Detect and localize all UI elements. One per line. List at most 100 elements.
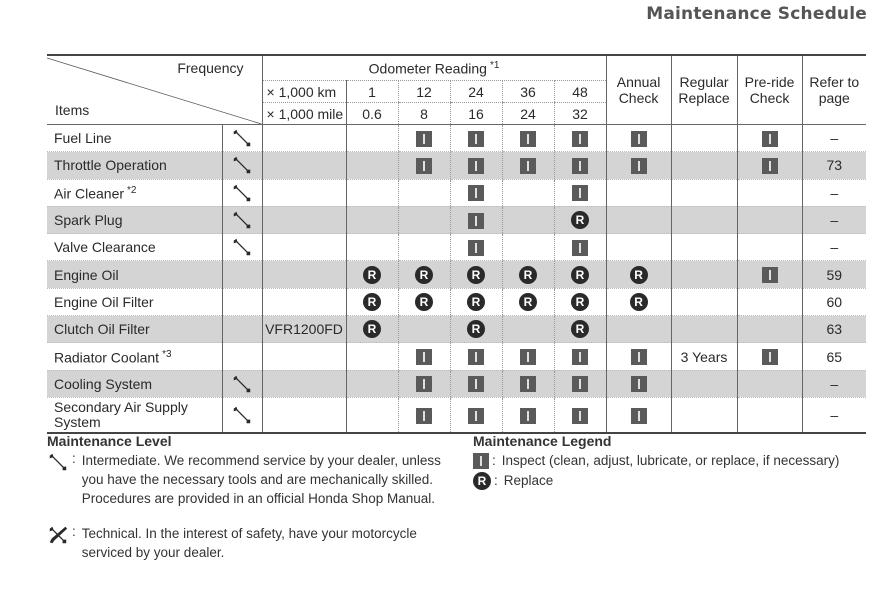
empty-cell <box>736 397 803 434</box>
inspect-icon <box>572 376 589 393</box>
empty-cell <box>736 315 803 344</box>
wrench-icon <box>47 451 69 473</box>
inspect-cell <box>449 233 502 262</box>
inspect-icon <box>630 158 647 175</box>
level-cell <box>221 342 262 371</box>
inspect-icon <box>416 376 432 393</box>
technical-text-line: serviced by your dealer. <box>81 545 225 560</box>
page-ref-cell: – <box>801 233 867 262</box>
empty-cell <box>670 397 738 434</box>
item-note: *2 <box>127 185 137 197</box>
preride-check-label-1: Pre-ride <box>744 74 795 90</box>
empty-cell <box>501 206 554 235</box>
table-row: Engine Oil Filter R R R R R R 60 <box>47 288 867 317</box>
replace-cell: R <box>553 288 607 317</box>
inspect-icon <box>520 349 536 366</box>
replace-icon: R <box>467 265 485 284</box>
empty-cell <box>345 179 398 207</box>
inspect-icon <box>468 407 484 424</box>
replace-icon: R <box>519 293 537 312</box>
inspect-legend-text: Inspect (clean, adjust, lubricate, or re… <box>501 453 840 468</box>
mile-value: 32 <box>553 102 607 125</box>
item-name: Radiator Coolant <box>54 349 160 366</box>
replace-cell: R <box>605 288 672 317</box>
replace-icon: R <box>519 265 537 284</box>
inspect-cell <box>553 151 607 180</box>
page-title: Maintenance Schedule <box>646 4 867 24</box>
empty-cell <box>736 370 803 398</box>
wrench-icon <box>231 209 253 231</box>
inspect-cell <box>501 124 554 153</box>
level-cell <box>221 397 262 434</box>
inspect-cell <box>501 151 554 180</box>
table-row: Throttle Operation 73 <box>47 151 867 180</box>
inspect-cell <box>501 342 554 371</box>
inspect-cell <box>397 370 450 398</box>
level-cell <box>221 233 262 262</box>
inspect-cell <box>449 151 502 180</box>
item-name-cell: Clutch Oil Filter <box>47 315 222 344</box>
inspect-icon <box>468 239 484 256</box>
replace-cell: R <box>501 260 554 289</box>
level-cell <box>221 206 262 235</box>
inspect-cell <box>605 124 672 153</box>
inspect-cell <box>553 397 607 434</box>
inspect-icon <box>520 376 536 393</box>
table-row: Cooling System – <box>47 370 867 398</box>
item-name: Fuel Line <box>54 130 112 147</box>
mile-value: 0.6 <box>345 102 398 125</box>
replace-cell: R <box>345 260 398 289</box>
inspect-cell <box>397 397 450 434</box>
inspect-cell <box>736 260 803 289</box>
item-name: Secondary Air Supply System <box>54 398 188 430</box>
inspect-icon <box>572 407 589 424</box>
inspect-cell <box>501 370 554 398</box>
intermediate-text-line: Intermediate. We recommend service by yo… <box>81 453 441 468</box>
empty-cell <box>670 151 738 180</box>
inspect-cell <box>449 206 502 235</box>
inspect-cell <box>736 124 803 153</box>
model-cell <box>261 179 346 207</box>
page-ref-cell: 65 <box>801 342 867 371</box>
level-cell <box>221 260 262 289</box>
empty-cell <box>345 397 398 434</box>
item-name: Valve Clearance <box>54 239 156 256</box>
item-name-cell: Fuel Line <box>47 124 222 153</box>
intermediate-level-entry: : Intermediate. We recommend service by … <box>47 451 441 508</box>
inspect-icon <box>761 130 778 147</box>
replace-cell: R <box>553 206 607 235</box>
item-name-cell: Cooling System <box>47 370 222 398</box>
model-cell <box>261 124 346 153</box>
replace-cell: R <box>449 260 502 289</box>
replace-cell: R <box>605 260 672 289</box>
empty-cell <box>670 315 738 344</box>
inspect-cell <box>397 124 450 153</box>
page-ref-cell: – <box>801 179 867 207</box>
replace-icon: R <box>415 265 433 284</box>
wrench-icon <box>231 127 253 149</box>
empty-cell <box>736 206 803 235</box>
empty-cell <box>670 370 738 398</box>
refer-label-1: Refer to <box>809 74 860 90</box>
wrench-icon <box>231 373 253 395</box>
inspect-icon <box>520 407 536 424</box>
colon: : <box>72 451 76 466</box>
replace-legend-text: Replace <box>503 473 554 488</box>
table-row: Fuel Line – <box>47 124 867 153</box>
maintenance-level-section: Maintenance Level : Intermediate. We rec… <box>47 433 441 562</box>
inspect-icon <box>572 239 589 256</box>
page-ref-cell: 60 <box>801 288 867 317</box>
inspect-cell <box>449 124 502 153</box>
inspect-cell <box>553 342 607 371</box>
odometer-note: *1 <box>489 59 500 71</box>
refer-to-page-header: Refer to page <box>801 54 867 125</box>
inspect-icon <box>416 130 432 147</box>
item-name: Air Cleaner <box>54 186 125 203</box>
mile-value: 8 <box>397 102 450 125</box>
page-ref-cell: – <box>801 397 867 434</box>
level-cell <box>221 315 262 344</box>
item-name-cell: Spark Plug <box>47 206 222 235</box>
inspect-icon <box>761 158 778 175</box>
item-name: Clutch Oil Filter <box>54 321 150 338</box>
empty-cell <box>736 179 803 207</box>
